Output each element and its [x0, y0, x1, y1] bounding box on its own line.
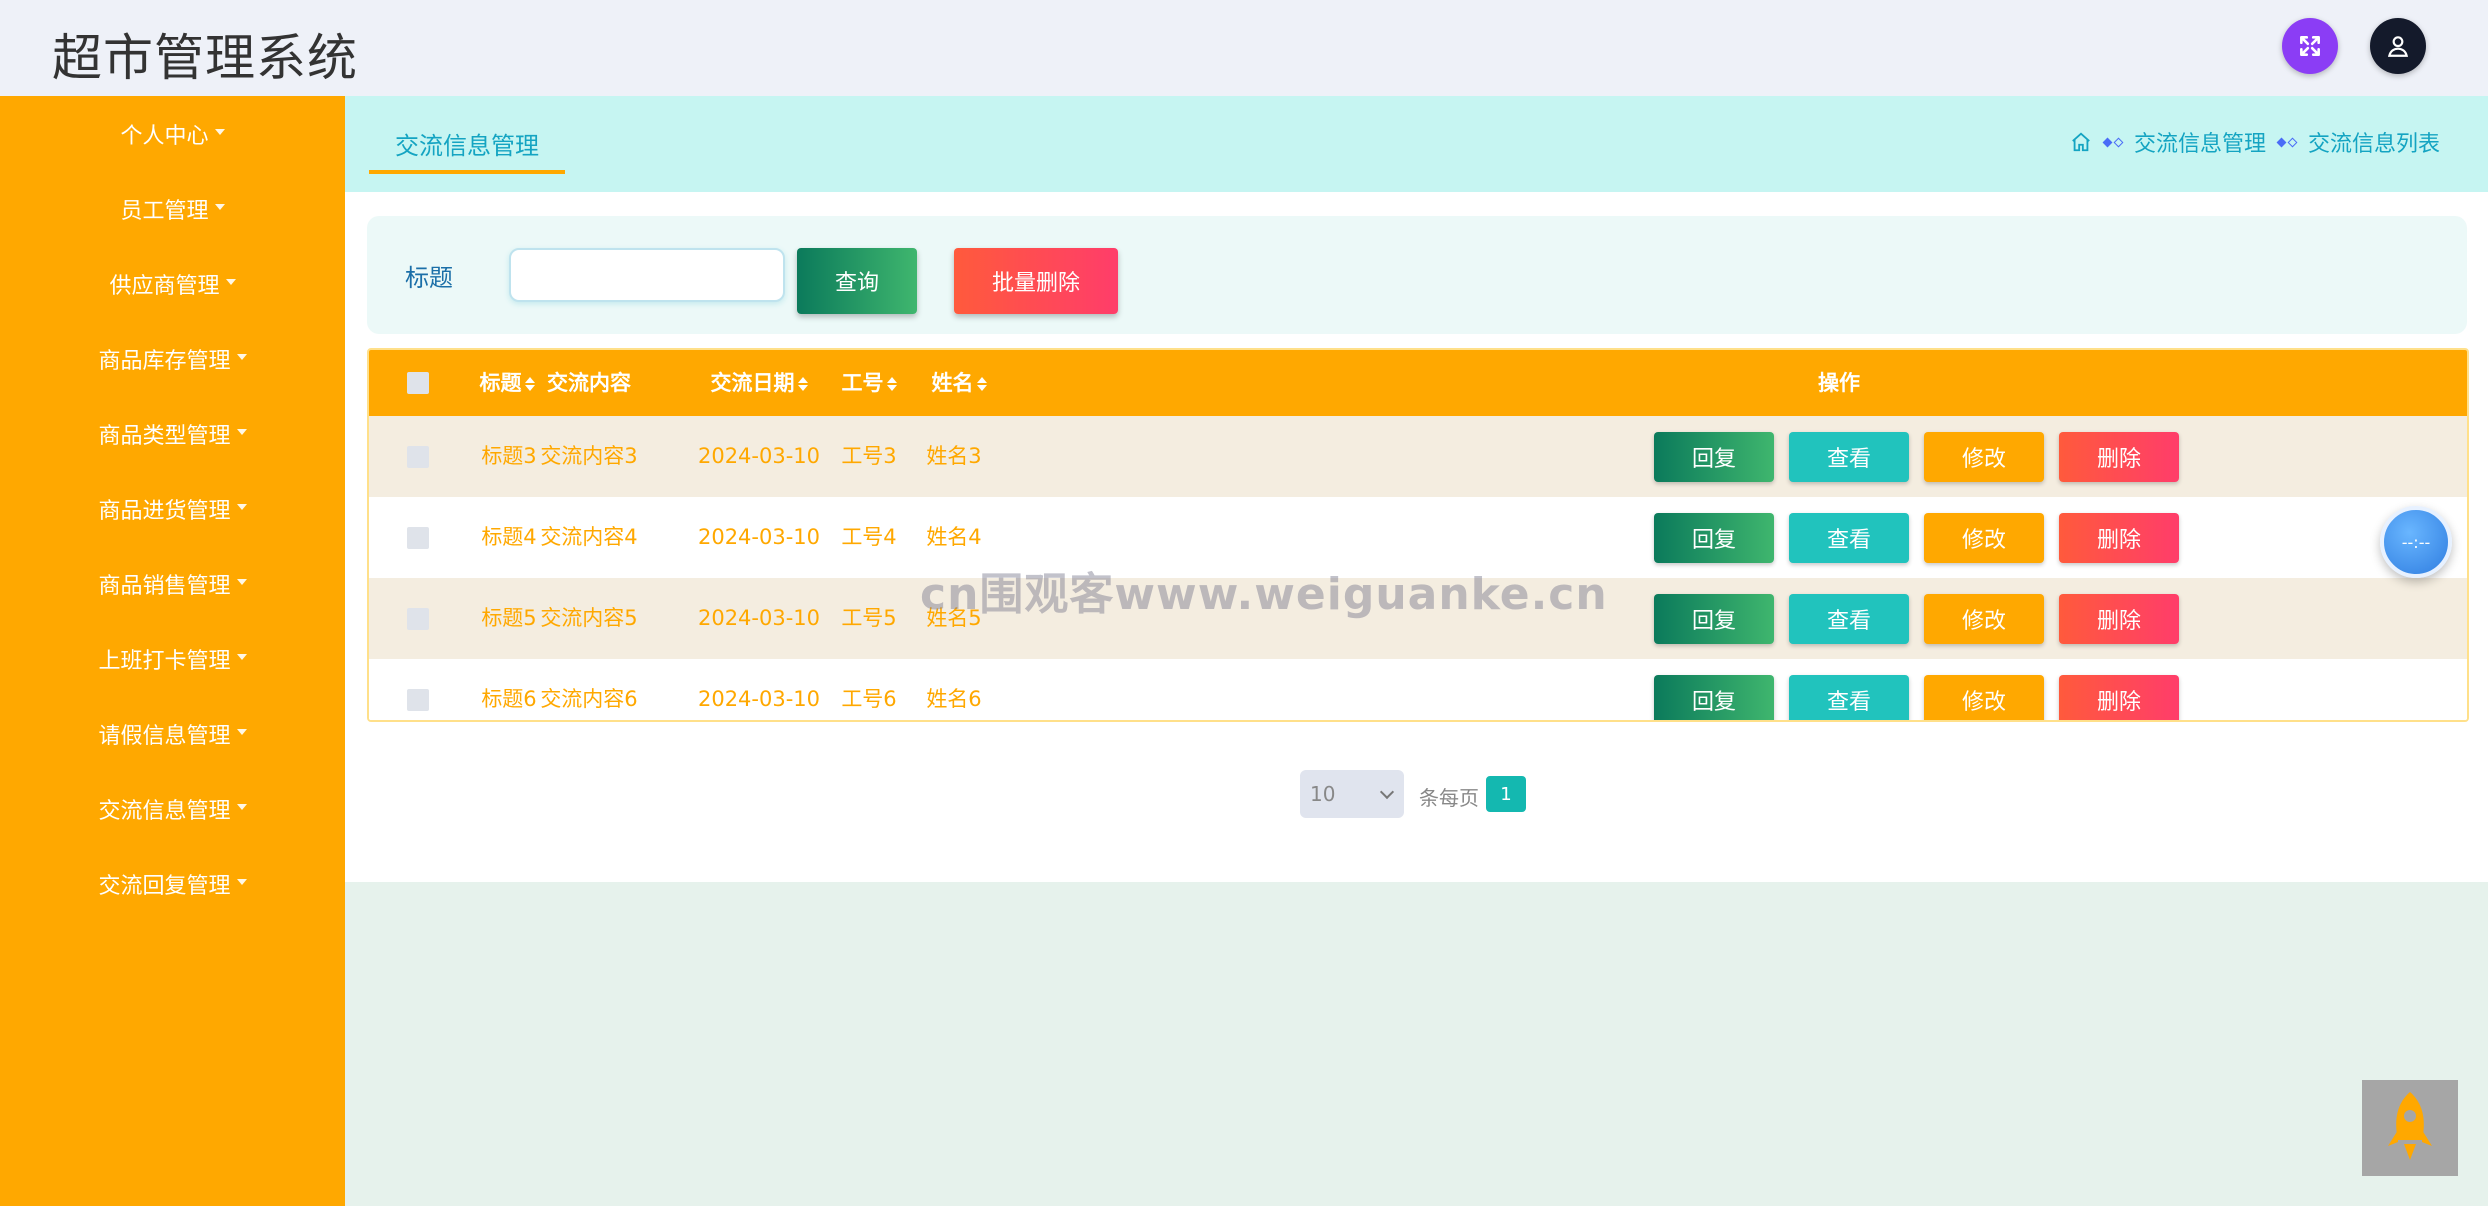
sidebar-item-clock-in[interactable]: 上班打卡管理	[0, 621, 345, 696]
reply-button[interactable]: 回复	[1654, 594, 1774, 644]
fullscreen-button[interactable]	[2282, 18, 2338, 74]
edit-button[interactable]: 修改	[1924, 675, 2044, 720]
delete-button[interactable]: 删除	[2059, 513, 2179, 563]
user-avatar-button[interactable]	[2370, 18, 2426, 74]
back-to-top-button[interactable]	[2362, 1080, 2458, 1176]
sidebar-item-leave[interactable]: 请假信息管理	[0, 696, 345, 771]
view-button[interactable]: 查看	[1789, 675, 1909, 720]
row-checkbox[interactable]	[407, 446, 429, 468]
sidebar-item-communication[interactable]: 交流信息管理	[0, 771, 345, 846]
batch-delete-button[interactable]: 批量删除	[954, 248, 1118, 314]
reply-button[interactable]: 回复	[1654, 432, 1774, 482]
row-checkbox[interactable]	[407, 527, 429, 549]
view-button[interactable]: 查看	[1789, 432, 1909, 482]
breadcrumb-item-current: 交流信息列表	[2307, 132, 2440, 157]
edit-button[interactable]: 修改	[1924, 594, 2044, 644]
floating-clock-widget[interactable]: --:--	[2380, 506, 2452, 578]
caret-down-icon	[236, 578, 247, 585]
delete-button[interactable]: 删除	[2059, 675, 2179, 720]
sidebar-item-supplier[interactable]: 供应商管理	[0, 246, 345, 321]
table-row: 标题3 交流内容3 2024-03-10 工号3 姓名3 回复 查看 修改 删除	[369, 416, 2467, 497]
caret-down-icon	[236, 653, 247, 660]
page-size-select[interactable]: 10	[1300, 770, 1404, 818]
caret-down-icon	[225, 278, 236, 285]
breadcrumb-separator-icon	[2102, 137, 2124, 147]
table-row: 标题5 交流内容5 2024-03-10 工号5 姓名5 回复 查看 修改 删除	[369, 578, 2467, 659]
view-button[interactable]: 查看	[1789, 513, 1909, 563]
reply-button[interactable]: 回复	[1654, 513, 1774, 563]
edit-button[interactable]: 修改	[1924, 432, 2044, 482]
top-header: 超市管理系统	[0, 0, 2488, 98]
sidebar-item-personal-center[interactable]: 个人中心	[0, 96, 345, 171]
rocket-icon	[2388, 1092, 2432, 1160]
sidebar-item-inventory[interactable]: 商品库存管理	[0, 321, 345, 396]
cell-content: 交流内容5	[540, 606, 638, 630]
table-row: 标题6 交流内容6 2024-03-10 工号6 姓名6 回复 查看 修改 删除	[369, 659, 2467, 720]
reply-button[interactable]: 回复	[1654, 675, 1774, 720]
title-search-input[interactable]	[509, 248, 785, 302]
breadcrumb-item[interactable]: 交流信息管理	[2134, 126, 2266, 158]
sidebar-item-purchase[interactable]: 商品进货管理	[0, 471, 345, 546]
main-area: 交流信息管理 交流信息管理 交流信息列表 标题 查询 批量删除 标题 交流内容 …	[345, 96, 2488, 1206]
column-header-actions: 操作	[1818, 371, 1860, 395]
sort-icon	[976, 377, 987, 391]
query-button[interactable]: 查询	[797, 248, 917, 314]
caret-down-icon	[236, 878, 247, 885]
app-title: 超市管理系统	[52, 29, 358, 87]
cell-name: 姓名4	[926, 525, 982, 549]
column-header-content: 交流内容	[547, 371, 631, 395]
page-title-bar: 交流信息管理 交流信息管理 交流信息列表	[345, 96, 2488, 192]
view-button[interactable]: 查看	[1789, 594, 1909, 644]
per-page-label: 条每页	[1419, 786, 1479, 810]
chevron-down-icon	[1379, 784, 1395, 800]
cell-content: 交流内容6	[540, 687, 638, 711]
sidebar-item-product-type[interactable]: 商品类型管理	[0, 396, 345, 471]
breadcrumb-separator-icon	[2276, 137, 2298, 147]
select-all-checkbox[interactable]	[407, 372, 429, 394]
caret-down-icon	[236, 728, 247, 735]
search-panel: 标题 查询 批量删除	[367, 216, 2467, 334]
edit-button[interactable]: 修改	[1924, 513, 2044, 563]
page-title-tab[interactable]: 交流信息管理	[369, 126, 565, 174]
page-number-button[interactable]: 1	[1486, 776, 1526, 812]
home-icon[interactable]	[2070, 131, 2092, 153]
cell-content: 交流内容4	[540, 525, 638, 549]
row-checkbox[interactable]	[407, 689, 429, 711]
sidebar: 个人中心 员工管理 供应商管理 商品库存管理 商品类型管理 商品进货管理 商品销…	[0, 96, 345, 1206]
sidebar-item-employee[interactable]: 员工管理	[0, 171, 345, 246]
cell-name: 姓名6	[926, 687, 982, 711]
caret-down-icon	[214, 203, 225, 210]
caret-down-icon	[236, 803, 247, 810]
cell-name: 姓名5	[926, 606, 982, 630]
caret-down-icon	[236, 503, 247, 510]
title-search-label: 标题	[405, 264, 453, 292]
cell-name: 姓名3	[926, 444, 982, 468]
delete-button[interactable]: 删除	[2059, 594, 2179, 644]
row-checkbox[interactable]	[407, 608, 429, 630]
sidebar-item-sales[interactable]: 商品销售管理	[0, 546, 345, 621]
caret-down-icon	[236, 428, 247, 435]
expand-icon	[2300, 36, 2320, 56]
breadcrumb: 交流信息管理 交流信息列表	[2070, 126, 2440, 158]
delete-button[interactable]: 删除	[2059, 432, 2179, 482]
table-row: 标题4 交流内容4 2024-03-10 工号4 姓名4 回复 查看 修改 删除	[369, 497, 2467, 578]
data-table: 标题 交流内容 交流日期 工号 姓名 操作 标题3 交流内容3 2024-03-…	[367, 348, 2469, 722]
caret-down-icon	[214, 128, 225, 135]
caret-down-icon	[236, 353, 247, 360]
table-header: 标题 交流内容 交流日期 工号 姓名 操作	[369, 350, 2467, 416]
column-header-name[interactable]: 姓名	[889, 350, 1029, 416]
cell-content: 交流内容3	[540, 444, 638, 468]
user-icon	[2387, 36, 2409, 57]
sort-icon	[797, 377, 808, 391]
sidebar-item-communication-reply[interactable]: 交流回复管理	[0, 846, 345, 921]
